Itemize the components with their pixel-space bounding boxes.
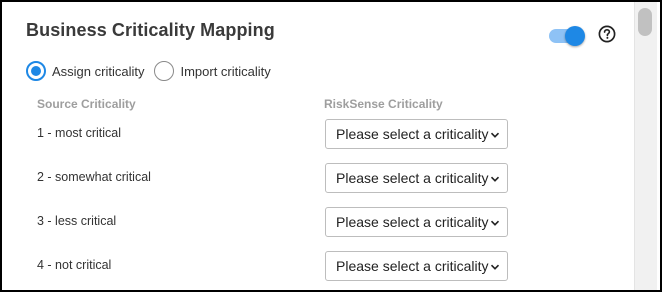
- criticality-mode-radio-group: Assign criticality Import criticality: [26, 58, 281, 84]
- criticality-select[interactable]: Please select a criticality: [325, 163, 508, 193]
- radio-button-unselected[interactable]: [154, 61, 175, 81]
- select-value: Please select a criticality: [336, 170, 489, 186]
- help-circle-icon[interactable]: [598, 25, 616, 43]
- source-criticality-label: 2 - somewhat critical: [37, 170, 151, 184]
- panel-title: Business Criticality Mapping: [26, 20, 275, 40]
- mapping-toggle[interactable]: [548, 26, 586, 46]
- radio-button-selected[interactable]: [26, 61, 46, 81]
- criticality-select[interactable]: Please select a criticality: [325, 251, 508, 281]
- vertical-scrollbar[interactable]: [634, 2, 657, 290]
- select-value: Please select a criticality: [336, 126, 489, 142]
- chevron-down-icon: [490, 176, 500, 182]
- criticality-select[interactable]: Please select a criticality: [325, 207, 508, 237]
- source-criticality-label: 4 - not critical: [37, 258, 112, 272]
- select-value: Please select a criticality: [336, 258, 489, 274]
- select-value: Please select a criticality: [336, 214, 489, 230]
- criticality-select[interactable]: Please select a criticality: [325, 119, 508, 149]
- chevron-down-icon: [490, 220, 500, 226]
- source-criticality-label: 1 - most critical: [37, 126, 122, 140]
- risksense-criticality-header: RiskSense Criticality: [324, 97, 443, 111]
- scrollbar-thumb[interactable]: [638, 8, 652, 36]
- radio-assign-criticality[interactable]: Assign criticality: [26, 61, 144, 81]
- business-criticality-panel: Business Criticality Mapping Assign crit…: [0, 0, 662, 292]
- toggle-thumb: [565, 26, 585, 46]
- radio-import-criticality[interactable]: Import criticality: [154, 61, 271, 81]
- chevron-down-icon: [490, 264, 500, 270]
- source-criticality-header: Source Criticality: [37, 97, 136, 111]
- source-criticality-label: 3 - less critical: [37, 214, 117, 228]
- radio-label: Assign criticality: [52, 63, 145, 79]
- radio-label: Import criticality: [180, 63, 271, 79]
- chevron-down-icon: [490, 132, 500, 138]
